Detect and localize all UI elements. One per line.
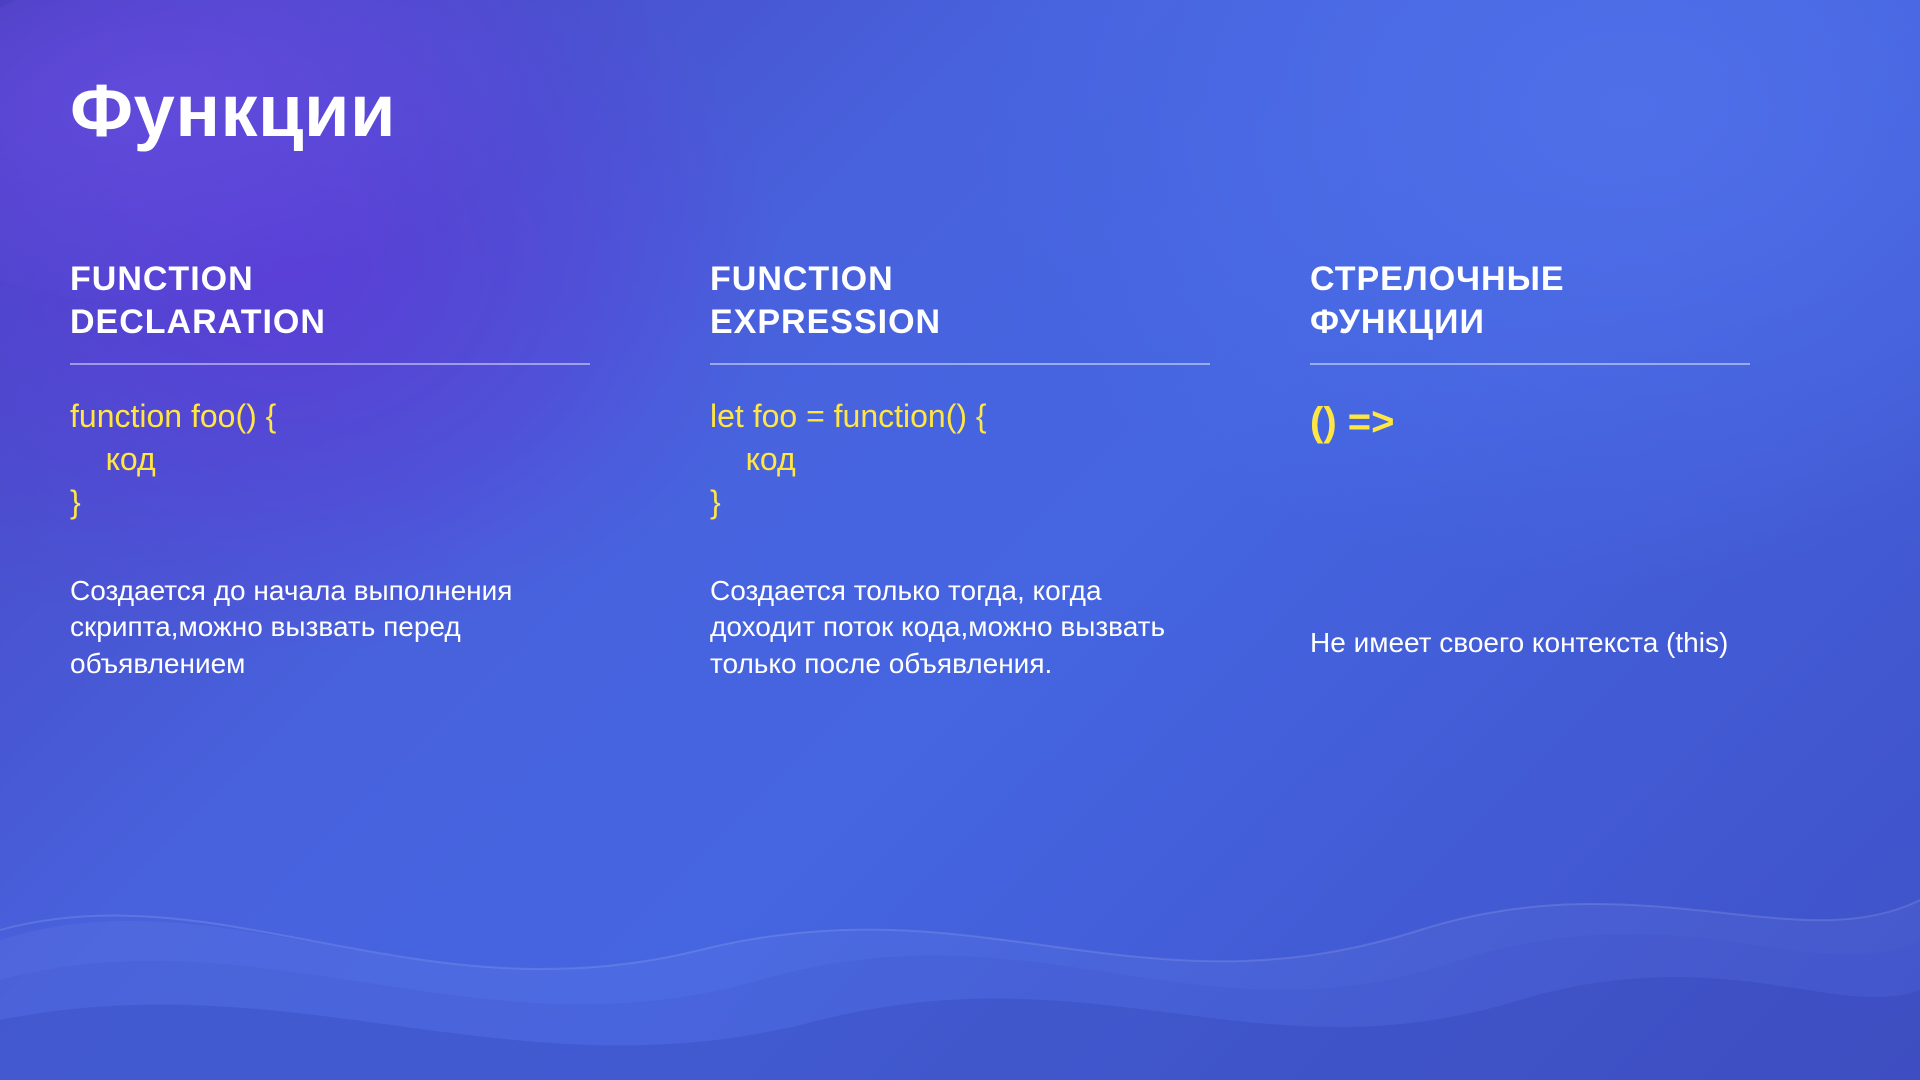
code-snippet: () =>: [1310, 395, 1750, 525]
column-function-expression: FUNCTION EXPRESSION let foo = function()…: [710, 258, 1210, 682]
column-arrow-functions: СТРЕЛОЧНЫЕ ФУНКЦИИ () => Не имеет своего…: [1310, 258, 1750, 682]
column-description: Создается до начала выполнения скрипта,м…: [70, 573, 590, 682]
column-description: Не имеет своего контекста (this): [1310, 625, 1750, 661]
column-divider: [1310, 363, 1750, 365]
column-description: Создается только тогда, когда доходит по…: [710, 573, 1210, 682]
slide-title: Функции: [70, 68, 396, 153]
column-divider: [70, 363, 590, 365]
column-divider: [710, 363, 1210, 365]
code-snippet: function foo() { код }: [70, 395, 590, 525]
column-function-declaration: FUNCTION DECLARATION function foo() { ко…: [70, 258, 590, 682]
code-snippet: let foo = function() { код }: [710, 395, 1210, 525]
column-heading: FUNCTION EXPRESSION: [710, 258, 1210, 363]
columns-container: FUNCTION DECLARATION function foo() { ко…: [70, 258, 1920, 682]
background-waves: [0, 700, 1920, 1080]
column-heading: СТРЕЛОЧНЫЕ ФУНКЦИИ: [1310, 258, 1750, 363]
column-heading: FUNCTION DECLARATION: [70, 258, 590, 363]
